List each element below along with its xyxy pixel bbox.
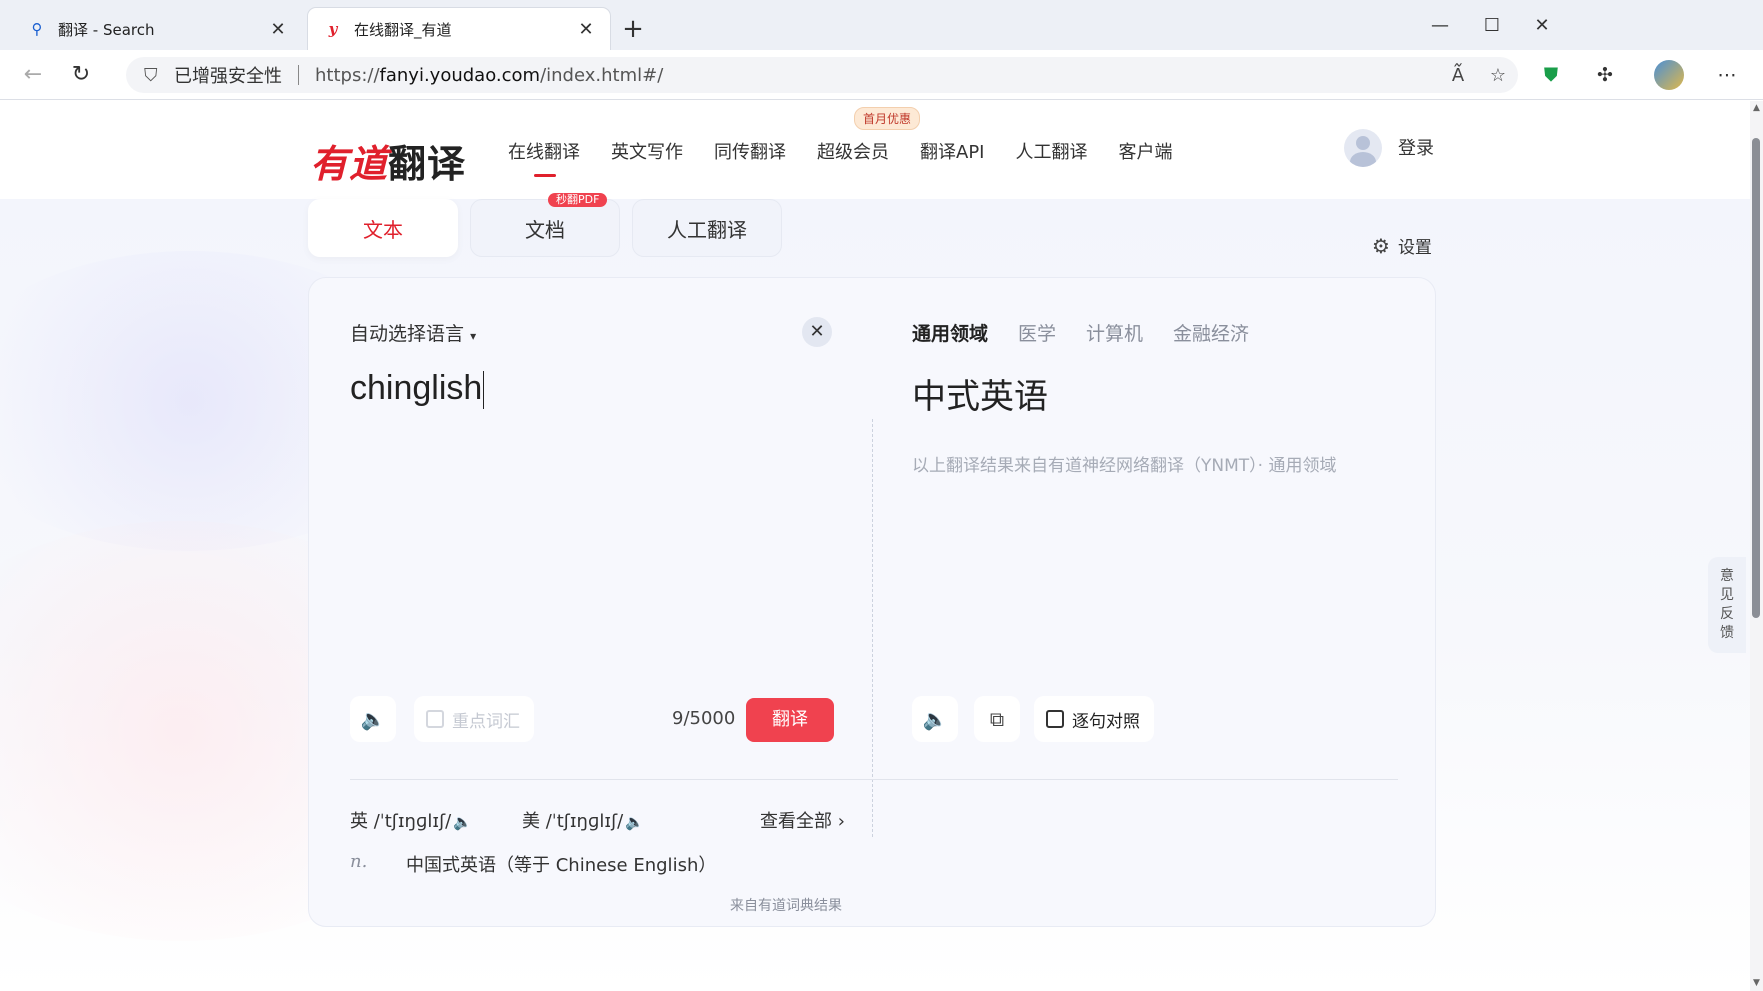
speaker-icon: 🔈 [360, 707, 386, 731]
search-icon: ⚲ [31, 20, 43, 38]
tab-text[interactable]: 文本 [308, 199, 458, 257]
new-tab-button[interactable]: + [618, 14, 648, 44]
top-nav: 在线翻译 英文写作 同传翻译 超级会员 翻译API 人工翻译 客户端 [508, 137, 1203, 177]
panel-divider [872, 419, 873, 837]
see-all-link[interactable]: 查看全部 › [760, 807, 845, 833]
browser-tab-search[interactable]: ⚲ 翻译 - Search ✕ [12, 8, 302, 50]
url-separator [298, 65, 299, 85]
tab-title: 翻译 - Search [58, 20, 155, 39]
dictionary-definition: 中国式英语（等于 Chinese English） [406, 855, 717, 876]
favorite-star-icon[interactable]: ☆ [1478, 65, 1518, 86]
checkbox-box [426, 710, 444, 728]
nav-client[interactable]: 客户端 [1118, 137, 1172, 169]
sentence-compare-label: 逐句对照 [1072, 711, 1140, 732]
copy-icon: ⧉ [989, 707, 1005, 731]
domain-tabs: 通用领域 医学 计算机 金融经济 [912, 319, 1279, 346]
login-link[interactable]: 登录 [1398, 137, 1434, 161]
domain-computer[interactable]: 计算机 [1086, 319, 1143, 346]
scrollbar-thumb[interactable] [1752, 138, 1760, 618]
youdao-logo[interactable]: 有道翻译 [310, 133, 466, 188]
us-pronunciation[interactable]: 美 /ˈtʃɪŋɡlɪʃ/🔈 [522, 807, 644, 833]
tab-title: 在线翻译_有道 [354, 20, 452, 39]
minimize-icon[interactable]: — [1420, 8, 1460, 44]
settings-label: 设置 [1397, 238, 1432, 258]
feedback-label: 意见反馈 [1720, 568, 1734, 641]
nav-super-member[interactable]: 超级会员 [817, 137, 889, 169]
nav-translate-api[interactable]: 翻译API [920, 137, 984, 169]
extensions-puzzle-icon[interactable]: ✣ [1590, 62, 1620, 88]
refresh-icon[interactable]: ↻ [64, 60, 98, 90]
browser-tab-youdao[interactable]: y 在线翻译_有道 ✕ [308, 8, 610, 50]
clear-input-button[interactable]: ✕ [802, 317, 832, 347]
window-close-icon[interactable]: ✕ [1522, 8, 1562, 44]
address-bar-row: ← ↻ ⛉ 已增强安全性 https://fanyi.youdao.com/in… [0, 50, 1763, 100]
nav-online-translate[interactable]: 在线翻译 [508, 137, 580, 177]
profile-avatar-icon[interactable] [1654, 60, 1684, 90]
back-arrow-icon[interactable]: ← [16, 60, 50, 90]
chevron-right-icon: › [837, 811, 845, 832]
close-tab-icon[interactable]: ✕ [576, 19, 596, 40]
shield-icon: ⛉ [144, 64, 158, 86]
speaker-icon: 🔈 [922, 707, 948, 731]
source-text-input[interactable]: chinglish [350, 369, 485, 410]
keyword-label: 重点词汇 [452, 711, 520, 732]
scroll-up-icon[interactable]: ▲ [1750, 103, 1763, 113]
speaker-icon[interactable]: 🔈 [625, 813, 644, 831]
tab-human-translation[interactable]: 人工翻译 [632, 199, 782, 257]
security-label: 已增强安全性 [174, 66, 282, 87]
domain-medical[interactable]: 医学 [1018, 319, 1056, 346]
settings-button[interactable]: ⚙ 设置 [1372, 233, 1432, 259]
part-of-speech: n. [350, 851, 368, 872]
translation-source-note: 以上翻译结果来自有道神经网络翻译（YNMT）· 通用领域 [912, 456, 1337, 476]
nav-english-writing[interactable]: 英文写作 [611, 137, 683, 169]
more-menu-icon[interactable]: ⋯ [1712, 62, 1742, 88]
promo-badge: 首月优惠 [854, 107, 921, 130]
translate-button[interactable]: 翻译 [746, 698, 834, 742]
target-speaker-button[interactable]: 🔈 [912, 696, 958, 742]
url-box[interactable]: ⛉ 已增强安全性 https://fanyi.youdao.com/index.… [126, 57, 1518, 93]
dictionary-source-note: 来自有道词典结果 [730, 898, 842, 914]
copy-button[interactable]: ⧉ [974, 696, 1020, 742]
source-speaker-button[interactable]: 🔈 [350, 696, 396, 742]
dictionary-divider [350, 779, 1398, 780]
translation-result: 中式英语 [912, 377, 1048, 417]
source-language-dropdown[interactable]: 自动选择语言 ▾ [350, 319, 476, 346]
pdf-badge: 秒翻PDF [548, 193, 608, 207]
checkbox-box [1046, 710, 1064, 728]
scroll-down-icon[interactable]: ▼ [1750, 978, 1763, 988]
user-avatar[interactable] [1344, 129, 1382, 167]
maximize-icon[interactable]: ☐ [1472, 8, 1512, 44]
nav-human-translate[interactable]: 人工翻译 [1015, 137, 1087, 169]
domain-general[interactable]: 通用领域 [912, 319, 988, 346]
keyword-checkbox[interactable]: 重点词汇 [414, 696, 534, 742]
read-aloud-icon[interactable]: A᷉ [1438, 65, 1478, 86]
tab-document[interactable]: 文档 [470, 199, 620, 257]
url-text[interactable]: https://fanyi.youdao.com/index.html#/ [315, 65, 1438, 86]
extension-shield-icon[interactable]: ⛊ [1536, 62, 1566, 88]
sentence-compare-checkbox[interactable]: 逐句对照 [1034, 696, 1154, 742]
browser-tab-bar: ⚲ 翻译 - Search ✕ y 在线翻译_有道 ✕ + — ☐ ✕ [0, 0, 1763, 50]
chevron-down-icon: ▾ [470, 329, 477, 343]
uk-pronunciation[interactable]: 英 /ˈtʃɪŋɡlɪʃ/🔈 [350, 807, 472, 833]
gear-icon: ⚙ [1372, 233, 1390, 258]
domain-finance[interactable]: 金融经济 [1173, 319, 1249, 346]
feedback-button[interactable]: 意见反馈 [1708, 557, 1746, 653]
nav-simultaneous[interactable]: 同传翻译 [714, 137, 786, 169]
youdao-page: 有道翻译 首月优惠 在线翻译 英文写作 同传翻译 超级会员 翻译API 人工翻译… [0, 101, 1750, 991]
speaker-icon[interactable]: 🔈 [453, 813, 472, 831]
text-caret [483, 371, 485, 410]
char-counter: 9/5000 [672, 708, 736, 729]
close-tab-icon[interactable]: ✕ [268, 19, 288, 40]
youdao-y-icon: y [328, 20, 338, 38]
